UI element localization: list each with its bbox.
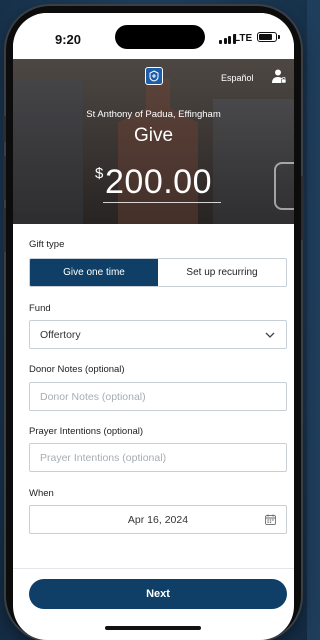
status-bar: 9:20 LTE bbox=[13, 13, 294, 59]
donor-notes-input[interactable]: Donor Notes (optional) bbox=[29, 382, 287, 411]
prayer-intentions-label: Prayer Intentions (optional) bbox=[29, 426, 144, 437]
fund-select[interactable]: Offertory bbox=[29, 320, 287, 349]
currency-symbol: $ bbox=[95, 165, 104, 182]
carousel-next-edge[interactable] bbox=[274, 162, 294, 210]
parish-name: St Anthony of Padua, Effingham bbox=[86, 109, 221, 120]
home-indicator bbox=[105, 626, 201, 630]
status-time: 9:20 bbox=[55, 32, 82, 47]
chevron-down-icon bbox=[265, 332, 275, 338]
fund-label: Fund bbox=[29, 303, 51, 314]
gift-type-toggle: Give one time Set up recurring bbox=[29, 258, 287, 287]
battery-icon bbox=[257, 32, 280, 42]
gift-type-label: Gift type bbox=[29, 239, 65, 250]
when-label: When bbox=[29, 488, 54, 499]
power-button bbox=[301, 176, 304, 240]
donor-notes-placeholder: Donor Notes (optional) bbox=[40, 390, 146, 403]
next-button[interactable]: Next bbox=[29, 579, 287, 609]
header-banner: Español St Anthony of Padua, Effingham G… bbox=[13, 59, 294, 224]
prayer-intentions-input[interactable]: Prayer Intentions (optional) bbox=[29, 443, 287, 472]
user-account-icon[interactable] bbox=[271, 68, 287, 84]
volume-up-button bbox=[3, 156, 6, 200]
footer-divider bbox=[13, 568, 294, 569]
prayer-intentions-placeholder: Prayer Intentions (optional) bbox=[40, 451, 167, 464]
amount-underline bbox=[103, 202, 221, 203]
parish-logo-icon bbox=[145, 67, 163, 85]
donor-notes-label: Donor Notes (optional) bbox=[29, 364, 125, 375]
calendar-icon bbox=[265, 514, 276, 525]
dynamic-island bbox=[115, 25, 205, 49]
amount-input[interactable]: 200.00 bbox=[105, 163, 212, 202]
volume-down-button bbox=[3, 208, 6, 252]
date-value: Apr 16, 2024 bbox=[127, 513, 189, 526]
give-one-time-option[interactable]: Give one time bbox=[30, 259, 158, 286]
language-link[interactable]: Español bbox=[221, 73, 254, 83]
page-title: Give bbox=[133, 125, 174, 146]
app-screen: 9:20 LTE Español St Anthony of Padua, Ef… bbox=[13, 13, 294, 640]
fund-value: Offertory bbox=[40, 328, 81, 341]
set-up-recurring-option[interactable]: Set up recurring bbox=[158, 259, 286, 286]
network-type: LTE bbox=[234, 33, 253, 44]
mute-switch bbox=[3, 116, 6, 142]
date-picker[interactable]: Apr 16, 2024 bbox=[29, 505, 287, 534]
